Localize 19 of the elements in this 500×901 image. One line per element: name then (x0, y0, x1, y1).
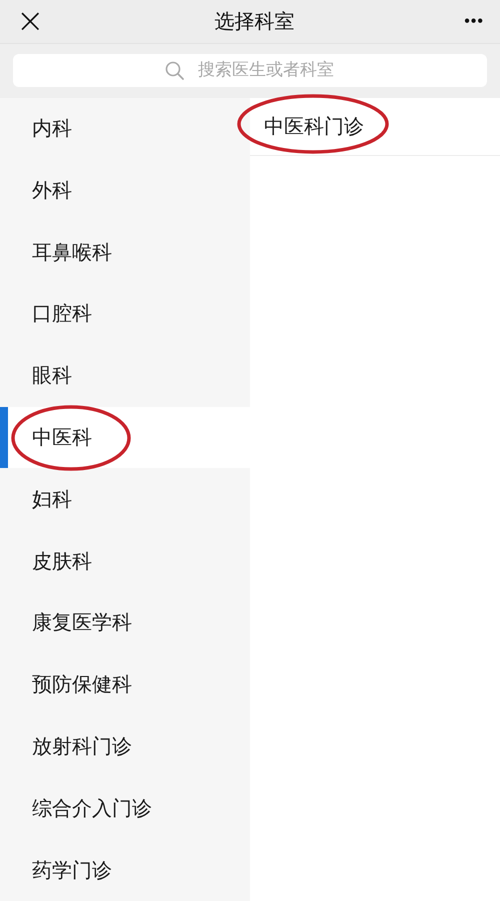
department-item[interactable]: 康复医学科 (0, 592, 250, 654)
department-item[interactable]: 放射科门诊 (0, 716, 250, 778)
department-item[interactable]: 眼科 (0, 344, 250, 407)
department-item[interactable]: 妇科 (0, 468, 250, 530)
department-item[interactable]: 中医科 (0, 406, 250, 468)
department-item[interactable]: 预防保健科 (0, 654, 250, 716)
department-item[interactable]: 药学门诊 (0, 839, 250, 901)
close-button[interactable]: × (12, 4, 48, 38)
page-title: 选择科室 (214, 8, 294, 35)
clinic-item[interactable]: 中医科门诊 (250, 98, 500, 156)
department-item[interactable]: 内科 (0, 98, 250, 160)
more-button[interactable]: ••• (460, 13, 488, 30)
department-item[interactable]: 外科 (0, 159, 250, 222)
department-item[interactable]: 综合介入门诊 (0, 777, 250, 840)
department-item[interactable]: 皮肤科 (0, 530, 250, 592)
department-item[interactable]: 耳鼻喉科 (0, 221, 250, 284)
search-field[interactable]: 搜索医生或者科室 (13, 54, 487, 87)
department-item[interactable]: 口腔科 (0, 283, 250, 345)
search-icon (165, 60, 185, 81)
